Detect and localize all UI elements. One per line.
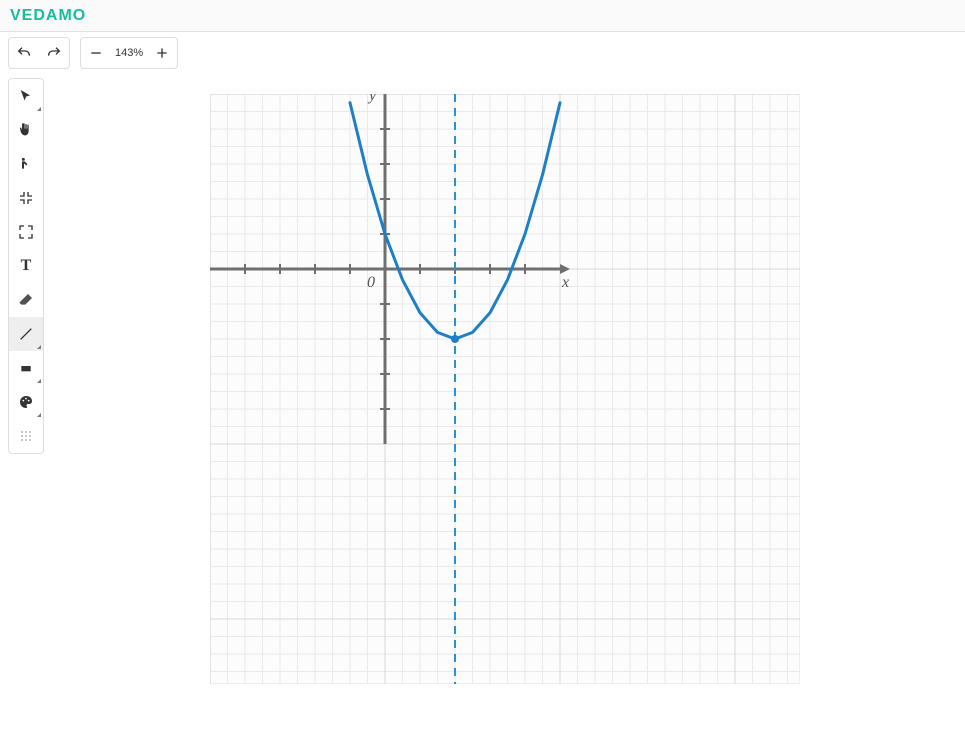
top-toolbar: 143% [0,32,965,74]
app-header: VEDAMO [0,0,965,32]
zoom-group: 143% [80,37,178,69]
tool-eraser[interactable] [9,283,43,317]
text-icon: T [21,257,32,275]
zoom-in-button[interactable] [147,38,177,68]
main-area: T 0 x y [0,74,965,740]
hand-icon [18,122,34,138]
expand-icon [18,224,34,240]
eraser-icon [18,292,34,308]
svg-text:x: x [561,274,569,291]
cursor-icon [18,88,34,104]
zoom-level-label: 143% [111,47,147,59]
whiteboard-canvas[interactable]: 0 x y [210,94,800,684]
history-group [8,37,70,69]
chart-plot: 0 x y [210,94,800,684]
undo-icon [16,45,32,61]
line-icon [18,326,34,342]
tool-line[interactable] [9,317,43,351]
svg-text:y: y [367,94,377,104]
redo-icon [46,45,62,61]
grid-icon [18,428,34,444]
tool-text[interactable]: T [9,249,43,283]
shape-icon [18,360,34,376]
undo-button[interactable] [9,38,39,68]
contract-icon [18,190,34,206]
tool-pan[interactable] [9,113,43,147]
tool-fit-all[interactable] [9,215,43,249]
canvas-wrap: 0 x y [44,74,965,740]
tool-fit[interactable] [9,181,43,215]
side-toolbar: T [8,78,44,454]
tool-select[interactable] [9,79,43,113]
tool-shape[interactable] [9,351,43,385]
presenter-icon [18,156,34,172]
tool-grid[interactable] [9,419,43,453]
minus-icon [88,45,104,61]
brand-logo: VEDAMO [10,7,86,25]
expand-corner-icon [37,107,41,111]
plus-icon [154,45,170,61]
expand-corner-icon [37,379,41,383]
expand-corner-icon [37,345,41,349]
palette-icon [18,394,34,410]
zoom-out-button[interactable] [81,38,111,68]
tool-presenter[interactable] [9,147,43,181]
tool-color[interactable] [9,385,43,419]
redo-button[interactable] [39,38,69,68]
svg-text:0: 0 [367,274,375,291]
expand-corner-icon [37,413,41,417]
